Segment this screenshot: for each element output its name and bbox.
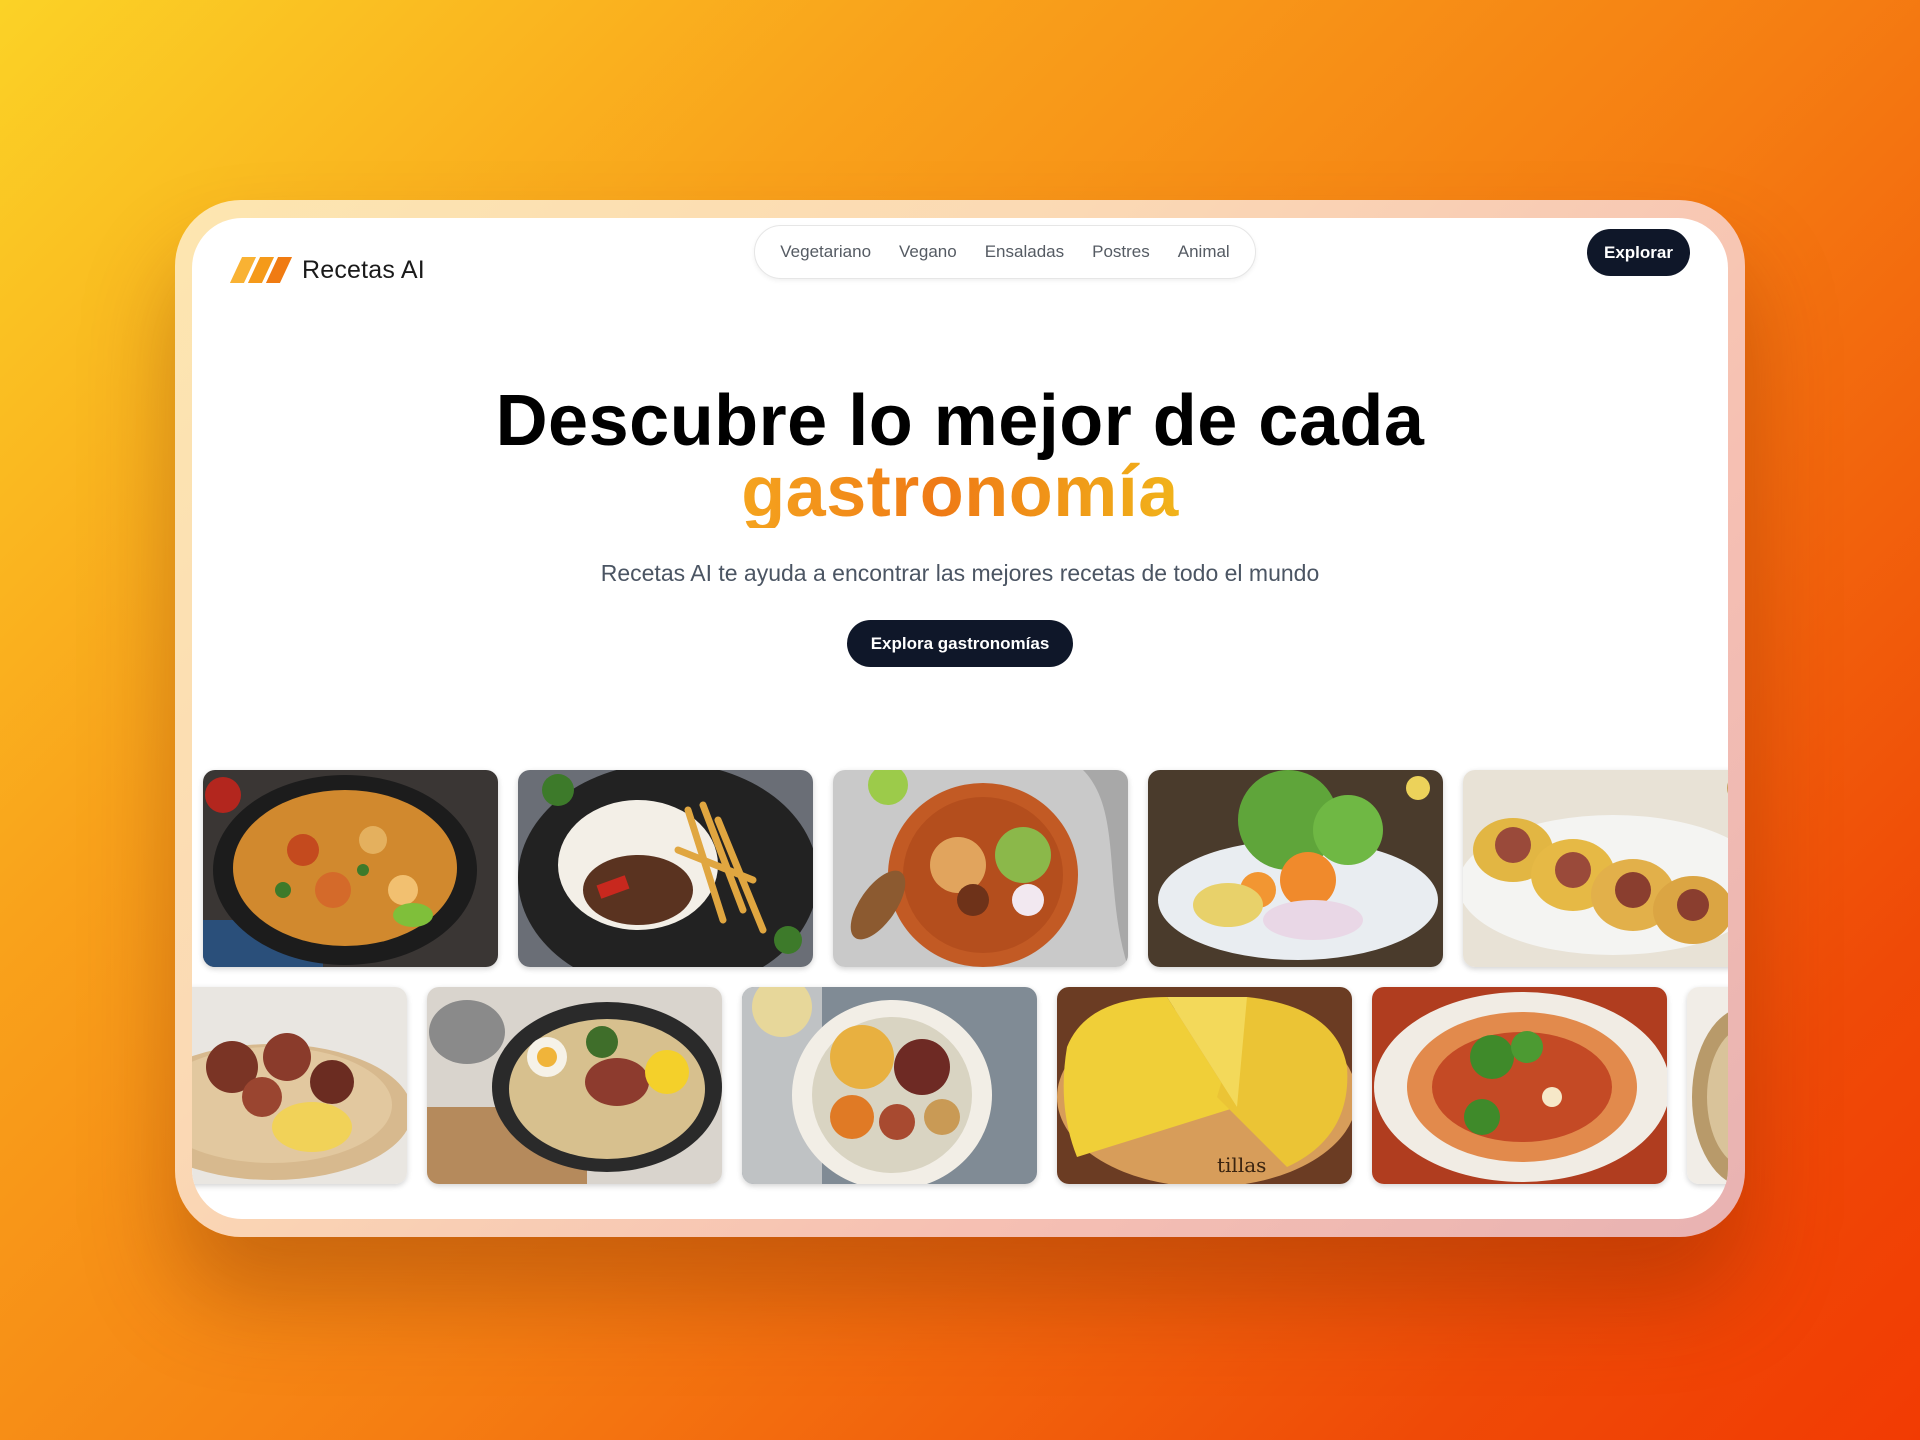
nav-item-animal[interactable]: Animal	[1178, 242, 1230, 262]
brand-logo[interactable]: Recetas AI	[229, 240, 425, 300]
paella-image[interactable]	[203, 770, 498, 967]
browser-window: Recetas AI Vegetariano Vegano Ensaladas …	[192, 218, 1728, 1219]
svg-text:tillas: tillas	[1217, 1153, 1266, 1177]
tacos-image[interactable]	[1463, 770, 1728, 967]
ramen-image[interactable]	[427, 987, 722, 1184]
spaghetti-image[interactable]	[1372, 987, 1667, 1184]
nav-item-ensaladas[interactable]: Ensaladas	[985, 242, 1064, 262]
brand-name: Recetas AI	[302, 255, 425, 284]
nav-item-vegano[interactable]: Vegano	[899, 242, 957, 262]
bean-salad-bowl-image[interactable]	[833, 770, 1128, 967]
category-nav: Vegetariano Vegano Ensaladas Postres Ani…	[754, 225, 1256, 279]
hero-subtitle: Recetas AI te ayuda a encontrar las mejo…	[600, 560, 1320, 586]
nav-item-postres[interactable]: Postres	[1092, 242, 1150, 262]
explore-cuisines-button[interactable]: Explora gastronomías	[847, 620, 1073, 667]
explore-button[interactable]: Explorar	[1587, 229, 1690, 276]
hero-title-line1: Descubre lo mejor de cada	[495, 381, 1425, 461]
partial-dish-image[interactable]	[1687, 987, 1728, 1184]
lomo-saltado-image[interactable]	[518, 770, 813, 967]
hero-title-accent: gastronomía	[741, 452, 1179, 532]
hero-title: Descubre lo mejor de cada gastronomía	[192, 385, 1728, 532]
cocido-image[interactable]	[742, 987, 1037, 1184]
tortilla-image[interactable]: tillas	[1057, 987, 1352, 1184]
nav-item-vegetariano[interactable]: Vegetariano	[780, 242, 871, 262]
logo-stripes-icon	[229, 257, 293, 283]
pulpo-image[interactable]	[192, 987, 407, 1184]
ceviche-image[interactable]	[1148, 770, 1443, 967]
